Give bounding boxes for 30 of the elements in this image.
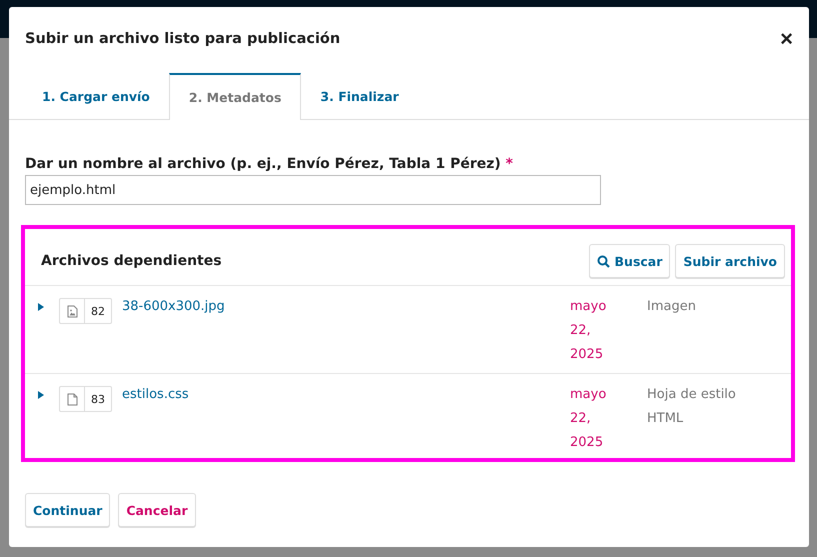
search-button[interactable]: Buscar xyxy=(588,244,670,278)
tab[interactable]: 3. Finalizar xyxy=(301,73,418,119)
field-label: Dar un nombre al archivo (p. ej., Envío Pérez, Tabla 1 Pérez) * xyxy=(25,156,514,172)
search-icon xyxy=(596,254,610,268)
tab[interactable]: 2. Metadatos xyxy=(168,73,302,120)
date-text: 2025 xyxy=(570,346,604,364)
image-file-icon xyxy=(66,304,78,318)
date-text: mayo xyxy=(570,386,608,404)
date-text: 22, xyxy=(570,322,592,340)
file-id: 83 xyxy=(90,392,106,408)
panel-title: Archivos dependientes xyxy=(41,253,222,269)
modal-title: Subir un archivo listo para publicación xyxy=(25,31,340,47)
upload-button[interactable]: Subir archivo xyxy=(675,244,785,278)
file-icon xyxy=(66,392,78,406)
file-type: Imagen xyxy=(647,298,696,316)
file-type: Hoja de estilo xyxy=(647,386,736,404)
file-type: HTML xyxy=(647,410,684,428)
file-id: 82 xyxy=(90,304,106,320)
expand-icon[interactable] xyxy=(37,390,45,400)
date-text: 22, xyxy=(570,410,592,428)
close-button[interactable]: × xyxy=(780,28,793,50)
continue-button[interactable]: Continuar xyxy=(25,493,110,527)
file-link[interactable]: estilos.css xyxy=(122,387,570,402)
date-text: 2025 xyxy=(570,434,604,452)
file-link[interactable]: 38-600x300.jpg xyxy=(122,299,570,314)
input-field[interactable]: ejemplo.html xyxy=(25,175,601,205)
expand-icon[interactable] xyxy=(37,302,45,312)
date-text: mayo xyxy=(570,298,608,316)
tab[interactable]: 1. Cargar envío xyxy=(23,73,169,119)
cancel-button[interactable]: Cancelar xyxy=(118,493,196,527)
